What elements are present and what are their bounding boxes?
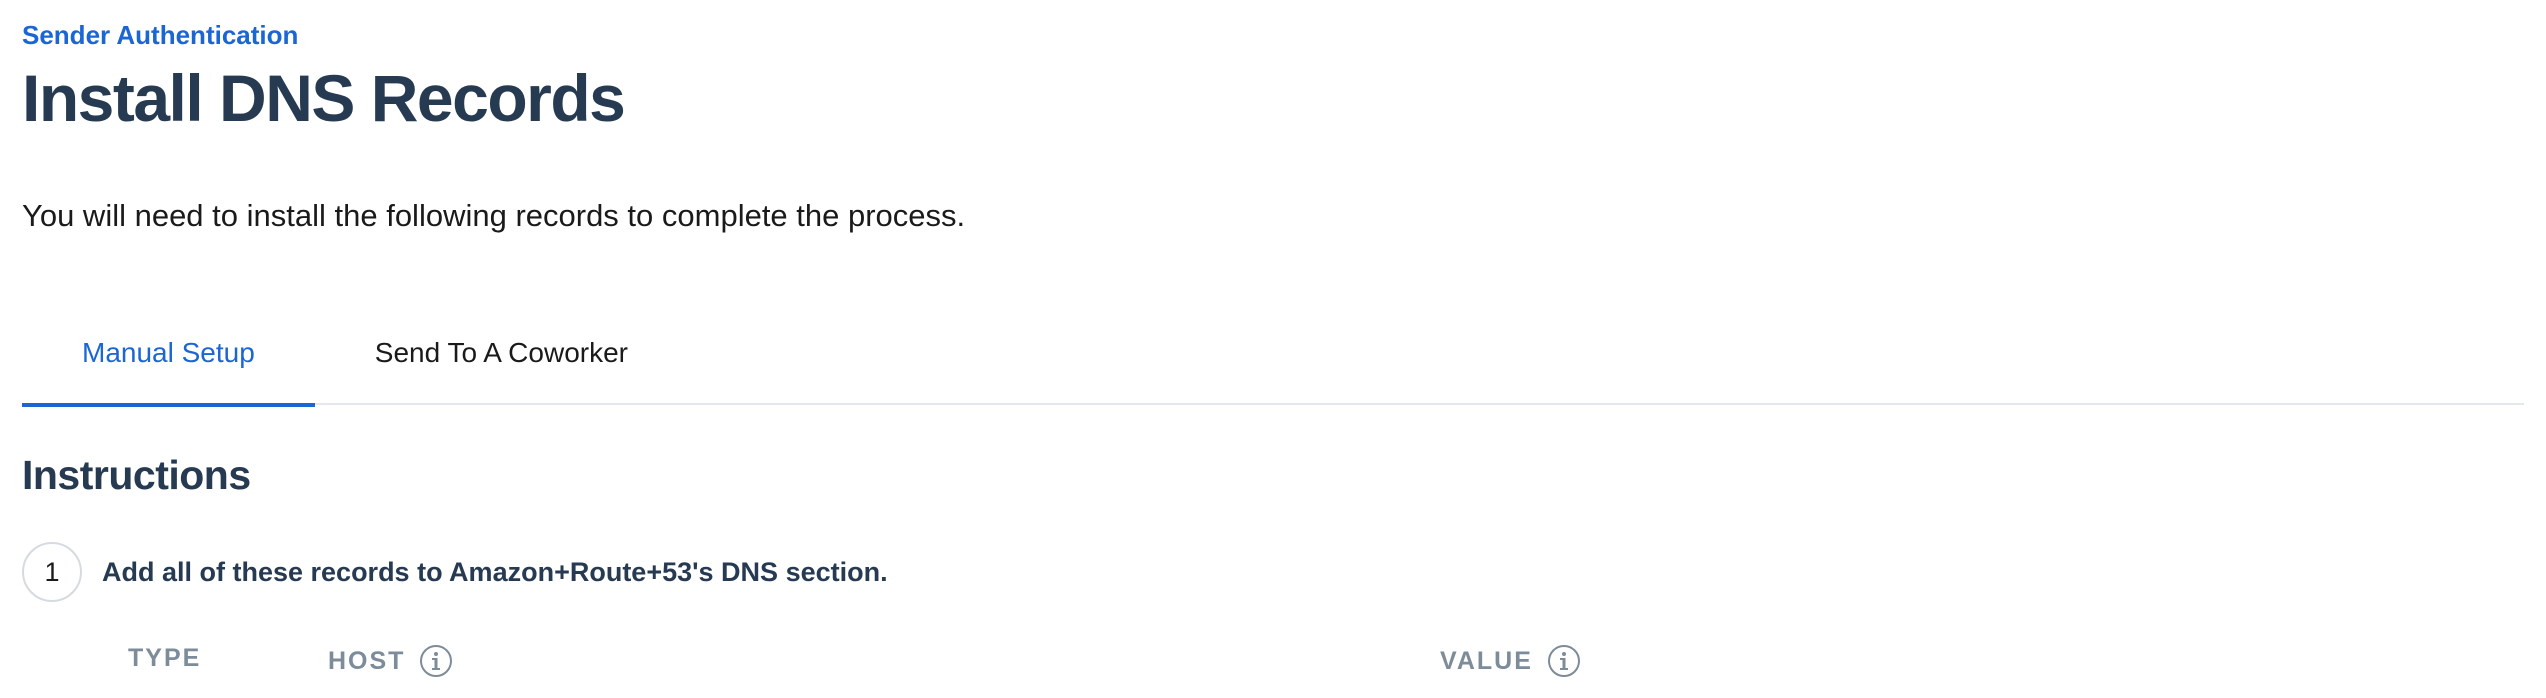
breadcrumb[interactable]: Sender Authentication [22,20,298,51]
step-number-badge: 1 [22,542,82,602]
instruction-step: 1 Add all of these records to Amazon+Rou… [22,542,888,602]
column-header-label: VALUE [1440,646,1533,675]
column-header-host: HOST [328,644,453,678]
page-title: Install DNS Records [22,61,626,135]
page-subtitle: You will need to install the following r… [22,198,966,233]
info-icon[interactable] [419,644,453,678]
tab-manual-setup[interactable]: Manual Setup [22,300,315,407]
tab-bar: Manual Setup Send To A Coworker [22,300,2524,407]
column-header-value: VALUE [1440,644,1581,678]
instructions-title: Instructions [22,452,251,498]
page: Sender Authentication Install DNS Record… [0,0,2546,698]
column-header-label: HOST [328,646,406,675]
column-header-label: TYPE [128,644,202,672]
tab-send-to-coworker[interactable]: Send To A Coworker [315,300,688,405]
info-icon[interactable] [1547,644,1581,678]
step-text: Add all of these records to Amazon+Route… [102,556,888,587]
column-header-type: TYPE [128,644,201,673]
